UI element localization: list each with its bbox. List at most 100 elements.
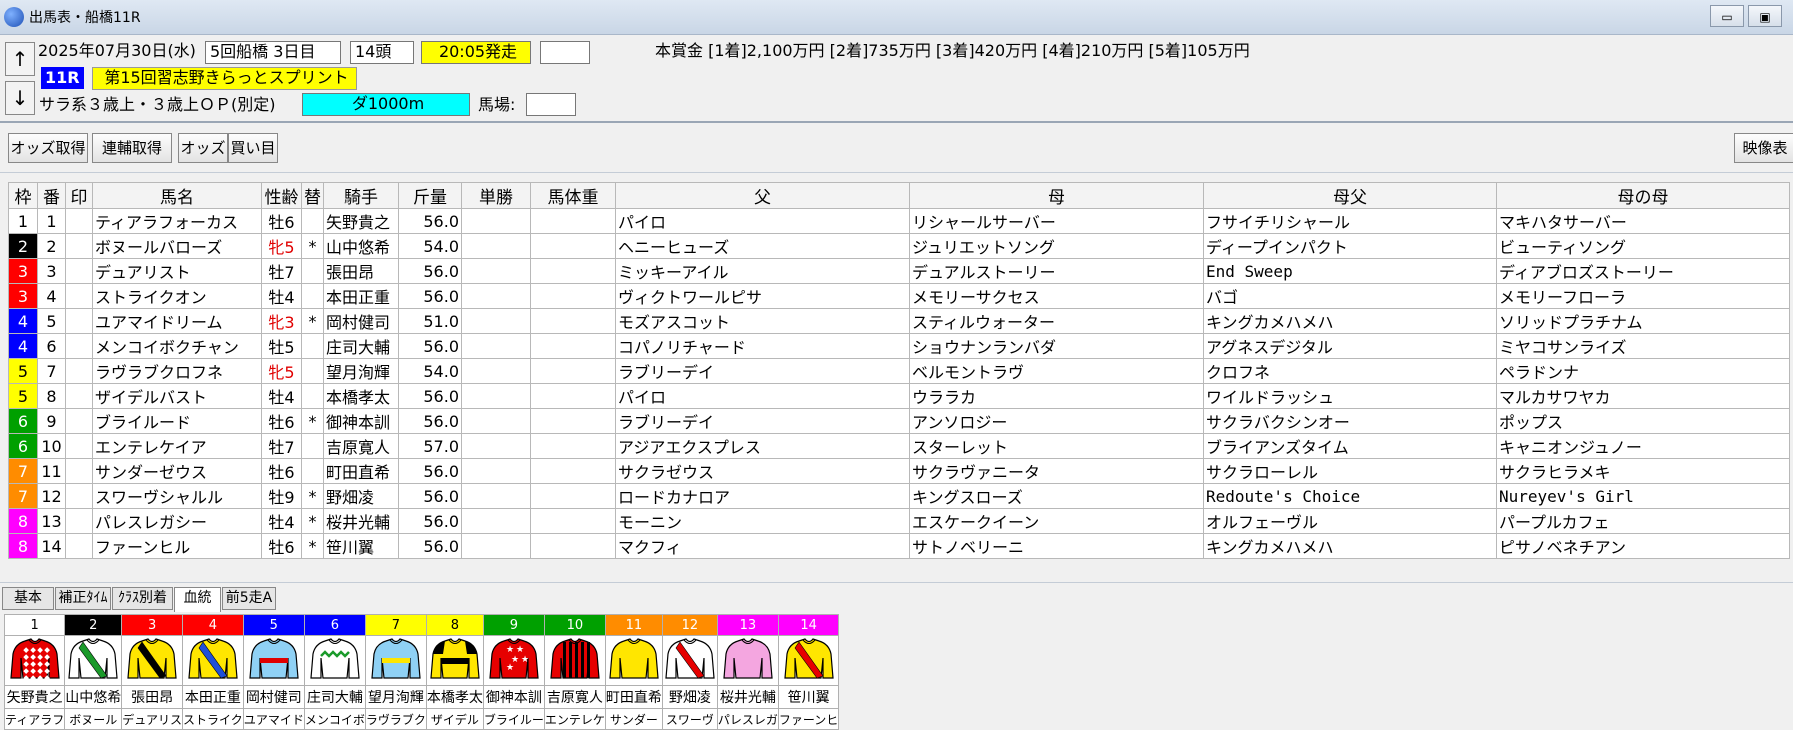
alt-jockey-cell (301, 208, 324, 234)
odds-fetch-button[interactable]: オッズ取得 (8, 133, 88, 163)
track-condition-field[interactable] (526, 93, 576, 116)
silk-horse-name: サンダー (604, 708, 663, 730)
silk-number: 1 (3, 614, 66, 636)
table-row[interactable]: 4 5 ユアマイドリーム 牝3 * 岡村健司 51.0 モズアスコット スティルウォーター キング… (8, 308, 1790, 334)
weight-cell: 56.0 (398, 383, 462, 409)
alt-jockey-cell: * (301, 233, 324, 259)
horse-name-cell: ユアマイドリーム (92, 308, 262, 334)
table-row[interactable]: 5 7 ラヴラブクロフネ 牝5 望月洵輝 54.0 ラブリーデイ ベルモントラヴ クロフネ ペラド… (8, 358, 1790, 384)
table-row[interactable]: 3 4 ストライクオン 牡4 本田正重 56.0 ヴィクトワールピサ メモリーサクセス バゴ メモ… (8, 283, 1790, 309)
tab-1[interactable]: 補正ﾀｲﾑ (55, 587, 111, 610)
sex-age-cell: 牡4 (261, 508, 302, 534)
table-row[interactable]: 1 1 ティアラフォーカス 牡6 矢野貴之 56.0 パイロ リシャールサーバー フサイチリシャ… (8, 208, 1790, 234)
column-header[interactable]: 母父 (1203, 182, 1497, 209)
tab-3[interactable]: 血統 (174, 587, 221, 612)
race-condition: サラ系３歳上・３歳上ＯＰ(別定) (39, 95, 276, 114)
jockey-silk-icon (364, 635, 427, 686)
column-header[interactable]: 単勝 (461, 182, 531, 209)
column-header[interactable]: 騎手 (323, 182, 399, 209)
tab-0[interactable]: 基本 (2, 587, 54, 610)
jockey-cell: 御神本訓 (323, 408, 399, 434)
number-cell: 2 (37, 233, 66, 259)
table-header-row: 枠番印馬名 性齢替騎手 斤量 単勝 馬体重父母母父 母の母 (8, 182, 1790, 209)
sex-age-cell: 牡5 (261, 333, 302, 359)
body-weight-cell (530, 383, 616, 409)
damdam-cell: ミヤコサンライズ (1496, 333, 1790, 359)
alt-jockey-cell: * (301, 533, 324, 559)
tab-2[interactable]: ｸﾗｽ別着 (112, 587, 173, 610)
sire-cell: サクラゼウス (615, 458, 910, 484)
restore-icon[interactable]: ▣ (1748, 5, 1782, 27)
waku-cell: 7 (8, 483, 38, 509)
app-logo-icon (4, 7, 24, 27)
column-header[interactable]: 替 (301, 182, 324, 209)
column-header[interactable]: 斤量 (398, 182, 462, 209)
weight-cell: 56.0 (398, 483, 462, 509)
body-weight-cell (530, 308, 616, 334)
tab-4[interactable]: 前5走A (222, 587, 276, 610)
table-row[interactable]: 7 12 スワーヴシャルル 牡9 * 野畑凌 56.0 ロードカナロア キングスローズ Redou… (8, 483, 1790, 509)
dam-cell: ショウナンランバダ (909, 333, 1204, 359)
sex-age-cell: 牡6 (261, 408, 302, 434)
video-button[interactable]: 映像表 (1734, 133, 1793, 163)
table-row[interactable]: 7 11 サンダーゼウス 牡6 町田直希 56.0 サクラゼウス サクラヴァニータ サクラローレ… (8, 458, 1790, 484)
sire-cell: ラブリーデイ (615, 358, 910, 384)
dam-cell: メモリーサクセス (909, 283, 1204, 309)
column-header[interactable]: 性齢 (261, 182, 302, 209)
silk-horse-name: デュアリス (121, 708, 184, 730)
body-weight-cell (530, 258, 616, 284)
table-row[interactable]: 5 8 ザイデルバスト 牡4 本橋孝太 56.0 パイロ ウララカ ワイルドラッシュ マルカサワヤ… (8, 383, 1790, 409)
table-row[interactable]: 8 14 ファーンヒル 牡6 * 笹川翼 56.0 マクフィ サトノベリーニ キングカメハメハ ピサ… (8, 533, 1790, 559)
table-row[interactable]: 6 10 エンテレケイア 牡7 吉原寛人 57.0 アジアエクスプレス スターレット ブライアン… (8, 433, 1790, 459)
column-header[interactable]: 馬名 (92, 182, 262, 209)
svg-text:★: ★ (521, 655, 529, 665)
number-cell: 6 (37, 333, 66, 359)
mark-cell (65, 458, 93, 484)
silk-jockey-name: 庄司大輔 (303, 685, 366, 709)
jockey-cell: 本橋孝太 (323, 383, 399, 409)
jockey-cell: 山中悠希 (323, 233, 399, 259)
renpuku-fetch-button[interactable]: 連輔取得 (92, 133, 172, 163)
sire-cell: パイロ (615, 208, 910, 234)
sex-age-cell: 牝3 (261, 308, 302, 334)
damdam-cell: ポップス (1496, 408, 1790, 434)
silk-jockey-name: 町田直希 (604, 685, 663, 709)
table-row[interactable]: 4 6 メンコイボクチャン 牡5 庄司大輔 56.0 コパノリチャード ショウナンランバダ アグ… (8, 333, 1790, 359)
column-header[interactable]: 印 (65, 182, 93, 209)
kaime-button[interactable]: 買い目 (228, 133, 278, 163)
column-header[interactable]: 父 (615, 182, 910, 209)
column-header[interactable]: 馬体重 (530, 182, 616, 209)
prize-text: 本賞金 [1着]2,100万円 [2着]735万円 [3着]420万円 [4着]… (655, 41, 1250, 60)
silk-horse-name: ボヌール (64, 708, 123, 730)
column-header[interactable]: 番 (37, 182, 66, 209)
horse-name-cell: ストライクオン (92, 283, 262, 309)
next-race-button[interactable]: ↓ (5, 81, 35, 115)
damsire-cell: End Sweep (1203, 258, 1497, 284)
alt-jockey-cell (301, 283, 324, 309)
column-header[interactable]: 母 (909, 182, 1204, 209)
mark-cell (65, 408, 93, 434)
table-row[interactable]: 8 13 パレスレガシー 牡4 * 桜井光輔 56.0 モーニン エスケークイーン オルフェーヴル… (8, 508, 1790, 534)
column-header[interactable]: 枠 (8, 182, 38, 209)
silk-number: 8 (425, 614, 484, 636)
minimize-icon[interactable]: ▭ (1710, 5, 1744, 27)
jockey-silk-icon (661, 635, 718, 686)
table-row[interactable]: 3 3 デュアリスト 牡7 張田昂 56.0 ミッキーアイル デュアルストーリー End Swe… (8, 258, 1790, 284)
silk-jockey-name: 矢野貴之 (3, 685, 66, 709)
table-row[interactable]: 2 2 ボヌールバローズ 牝5 * 山中悠希 54.0 ヘニーヒューズ ジュリエットソング ディー… (8, 233, 1790, 259)
odds-button[interactable]: オッズ (178, 133, 228, 163)
weight-cell: 56.0 (398, 508, 462, 534)
extra-field[interactable] (540, 41, 590, 64)
silks-panel: 1 2 3 4 5 6 7 8 9 10 11 12 13 14 ★ ★ ★ ★ ★ 矢野貴之 山中悠希 張田昂 本田正… (3, 614, 840, 730)
alt-jockey-cell (301, 258, 324, 284)
column-header[interactable]: 母の母 (1496, 182, 1790, 209)
table-row[interactable]: 6 9 ブライルード 牡6 * 御神本訓 56.0 ラブリーデイ アンソロジー サクラバクシンオー… (8, 408, 1790, 434)
race-number: 11R (41, 67, 84, 89)
number-cell: 12 (37, 483, 66, 509)
number-cell: 8 (37, 383, 66, 409)
mark-cell (65, 308, 93, 334)
sex-age-cell: 牡4 (261, 383, 302, 409)
weight-cell: 56.0 (398, 283, 462, 309)
prev-race-button[interactable]: ↑ (5, 42, 35, 76)
jockey-cell: 野畑凌 (323, 483, 399, 509)
